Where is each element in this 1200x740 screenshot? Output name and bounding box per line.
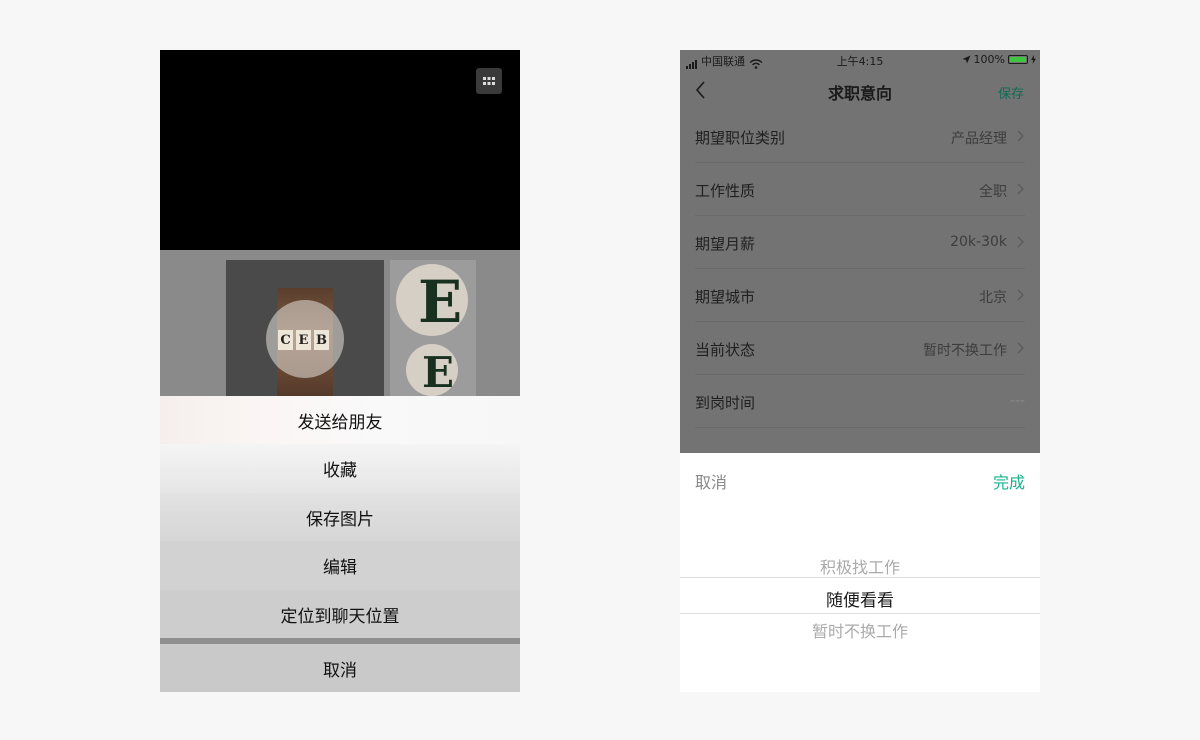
row-value: 暂时不换工作 <box>923 343 1007 359</box>
chevron-right-icon <box>1017 236 1024 248</box>
row-label: 期望月薪 <box>695 235 756 253</box>
action-favorite[interactable]: 收藏 <box>160 444 520 494</box>
row-value: 产品经理 <box>951 131 1007 147</box>
chat-photo-preview: C E B E E <box>160 250 520 396</box>
action-locate-in-chat[interactable]: 定位到聊天位置 <box>160 590 520 638</box>
row-arrival-time[interactable]: 到岗时间 --- <box>695 375 1025 428</box>
chevron-right-icon <box>1017 342 1024 354</box>
picker-option[interactable]: 积极找工作 <box>680 554 1040 578</box>
row-value: --- <box>1009 393 1025 409</box>
letter-tile: B <box>314 330 329 350</box>
letter-tile: C <box>278 330 293 350</box>
grid-icon <box>483 77 495 85</box>
right-phone-screen: 中国联通 上午4:15 100% 求职意向 保存 期望职位类别 产品经理 工作性… <box>680 50 1040 692</box>
row-label: 期望职位类别 <box>695 129 786 147</box>
row-label: 当前状态 <box>695 341 756 359</box>
photo-side-thumbnail: E E <box>390 260 476 396</box>
action-sheet: 发送给朋友 收藏 保存图片 编辑 定位到聊天位置 取消 <box>160 396 520 692</box>
left-phone-screen: C E B E E 发送给朋友 收藏 保存图片 编辑 定位到聊天位置 取消 <box>160 50 520 692</box>
dimmed-form-overlay[interactable]: 中国联通 上午4:15 100% 求职意向 保存 期望职位类别 产品经理 工作性… <box>680 50 1040 453</box>
media-viewer <box>160 50 520 250</box>
row-expected-city[interactable]: 期望城市 北京 <box>695 269 1025 322</box>
picker-cancel-button[interactable]: 取消 <box>695 469 727 493</box>
side-letter-bottom: E <box>422 348 455 396</box>
location-arrow-icon <box>962 55 971 64</box>
row-expected-salary[interactable]: 期望月薪 20k-30k <box>695 216 1025 269</box>
grid-menu-button[interactable] <box>476 68 502 94</box>
row-value: 20k-30k <box>950 234 1007 250</box>
action-cancel-button[interactable]: 取消 <box>160 644 520 692</box>
row-label: 工作性质 <box>695 182 756 200</box>
status-picker: 取消 完成 积极找工作 随便看看 暂时不换工作 <box>680 453 1040 692</box>
side-circle-top: E <box>396 264 468 336</box>
navigation-bar: 求职意向 保存 <box>680 72 1040 108</box>
row-label: 期望城市 <box>695 288 756 306</box>
row-label: 到岗时间 <box>695 394 756 412</box>
row-job-type[interactable]: 工作性质 全职 <box>695 163 1025 216</box>
picker-selection-top-line <box>680 577 1040 578</box>
status-bar: 中国联通 上午4:15 100% <box>680 50 1040 70</box>
charging-bolt-icon <box>1031 55 1036 64</box>
row-value: 北京 <box>979 290 1007 306</box>
photo-thumbnail: C E B <box>226 260 384 396</box>
side-circle-bottom: E <box>406 344 458 396</box>
battery-percent: 100% <box>973 53 1005 66</box>
chevron-right-icon <box>1017 183 1024 195</box>
action-edit[interactable]: 编辑 <box>160 541 520 591</box>
picker-option-selected[interactable]: 随便看看 <box>680 586 1040 611</box>
action-save-image[interactable]: 保存图片 <box>160 493 520 542</box>
page-title: 求职意向 <box>827 84 892 103</box>
action-send-to-friend[interactable]: 发送给朋友 <box>160 396 520 445</box>
row-value: 全职 <box>979 184 1007 200</box>
chevron-right-icon <box>1017 130 1024 142</box>
picker-option[interactable]: 暂时不换工作 <box>680 618 1040 642</box>
row-expected-position[interactable]: 期望职位类别 产品经理 <box>695 110 1025 163</box>
save-button[interactable]: 保存 <box>998 83 1024 102</box>
row-current-status[interactable]: 当前状态 暂时不换工作 <box>695 322 1025 375</box>
picker-selection-bottom-line <box>680 613 1040 614</box>
side-letter-top: E <box>418 268 463 336</box>
letter-tiles: C E B <box>278 330 329 350</box>
letter-tile: E <box>296 330 311 350</box>
picker-done-button[interactable]: 完成 <box>993 469 1025 493</box>
battery-icon <box>1008 55 1028 64</box>
chevron-right-icon <box>1017 289 1024 301</box>
